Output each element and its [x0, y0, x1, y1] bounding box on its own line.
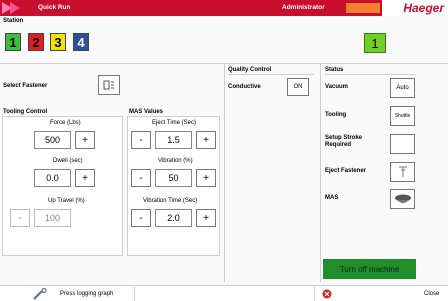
status-label: Status: [325, 67, 344, 73]
close-icon: [322, 289, 332, 299]
mas-label: MAS: [325, 195, 339, 201]
status-indicator: [346, 3, 380, 13]
wrench-icon: [33, 288, 47, 300]
vibration-increment-button[interactable]: +: [196, 169, 216, 187]
title-bar: Quick Run Administrator Haeger: [0, 0, 448, 16]
quality-control-label: Quality Control: [228, 67, 272, 73]
force-increment-button[interactable]: +: [75, 131, 95, 149]
select-fastener-label: Select Fastener: [3, 83, 48, 89]
force-value[interactable]: 500: [34, 131, 71, 149]
app-title: Quick Run: [38, 4, 71, 11]
status-underline: [325, 74, 415, 75]
conductive-toggle[interactable]: ON: [287, 78, 309, 96]
bottom-divider-2: [314, 287, 315, 301]
tooling-label: Tooling: [325, 112, 347, 118]
brand-logo: Haeger: [382, 0, 448, 16]
vibration-decrement-button[interactable]: -: [131, 169, 151, 187]
bowl-feeder-icon: [394, 194, 411, 203]
divider: [224, 64, 225, 282]
status-divider: [320, 64, 321, 282]
mas-button[interactable]: [390, 189, 415, 209]
current-station-indicator: 1: [364, 33, 386, 53]
station-4-button[interactable]: 4: [73, 33, 89, 51]
station-2-button[interactable]: 2: [28, 33, 44, 51]
up-travel-label: Up Travel (%): [48, 198, 85, 204]
eject-fastener-icon: [398, 166, 407, 177]
mas-values-label: MAS Values: [129, 109, 164, 115]
logging-graph-label: Press logging graph: [60, 291, 114, 297]
tooling-control-label: Tooling Control: [3, 109, 48, 115]
eject-fastener-button[interactable]: [390, 162, 415, 182]
dwell-increment-button[interactable]: +: [75, 169, 95, 187]
vacuum-mode-button[interactable]: Auto: [390, 78, 415, 98]
station-1-button[interactable]: 1: [5, 33, 21, 51]
vibration-time-increment-button[interactable]: +: [196, 209, 216, 227]
eject-time-decrement-button[interactable]: -: [131, 131, 151, 149]
eject-time-value[interactable]: 1.5: [155, 131, 192, 149]
bottom-bar: Press logging graph Close: [0, 285, 448, 301]
app-logo-icon: [2, 2, 20, 14]
logging-graph-button[interactable]: Press logging graph: [2, 287, 132, 301]
up-travel-value[interactable]: 100: [34, 209, 71, 227]
close-button[interactable]: Close: [320, 287, 446, 301]
vibration-time-value[interactable]: 2.0: [155, 209, 192, 227]
vibration-time-label: Vibration Time (Sec): [143, 198, 198, 204]
vibration-time-decrement-button[interactable]: -: [131, 209, 151, 227]
setup-stroke-label: Setup Stroke Required: [325, 135, 363, 148]
vacuum-label: Vacuum: [325, 84, 349, 90]
vibration-value[interactable]: 50: [155, 169, 192, 187]
bottom-divider-1: [134, 287, 135, 301]
eject-time-label: Eject Time (Sec): [152, 120, 197, 126]
dwell-value[interactable]: 0.0: [34, 169, 71, 187]
station-3-button[interactable]: 3: [50, 33, 66, 51]
fastener-icon: [103, 80, 114, 90]
main-area: Station 1 2 3 4 1 Select Fastener Toolin…: [0, 16, 448, 285]
station-label: Station: [3, 18, 24, 24]
force-label: Force (Lbs): [50, 120, 81, 126]
select-fastener-button[interactable]: [98, 75, 120, 95]
conductive-label: Conductive: [228, 84, 261, 90]
eject-time-increment-button[interactable]: +: [196, 131, 216, 149]
up-travel-decrement-button[interactable]: -: [10, 209, 30, 227]
close-label: Close: [424, 291, 440, 297]
tooling-mode-button[interactable]: Shuttle: [390, 106, 415, 126]
turn-off-machine-button[interactable]: Turn off machine: [323, 259, 416, 279]
qc-underline: [228, 74, 314, 75]
vibration-label: Vibration (%): [158, 158, 193, 164]
dwell-label: Dwell (sec): [53, 158, 83, 164]
user-name: Administrator: [282, 4, 325, 11]
setup-stroke-button[interactable]: [390, 134, 415, 154]
eject-fastener-label: Eject Fastener: [325, 168, 367, 174]
